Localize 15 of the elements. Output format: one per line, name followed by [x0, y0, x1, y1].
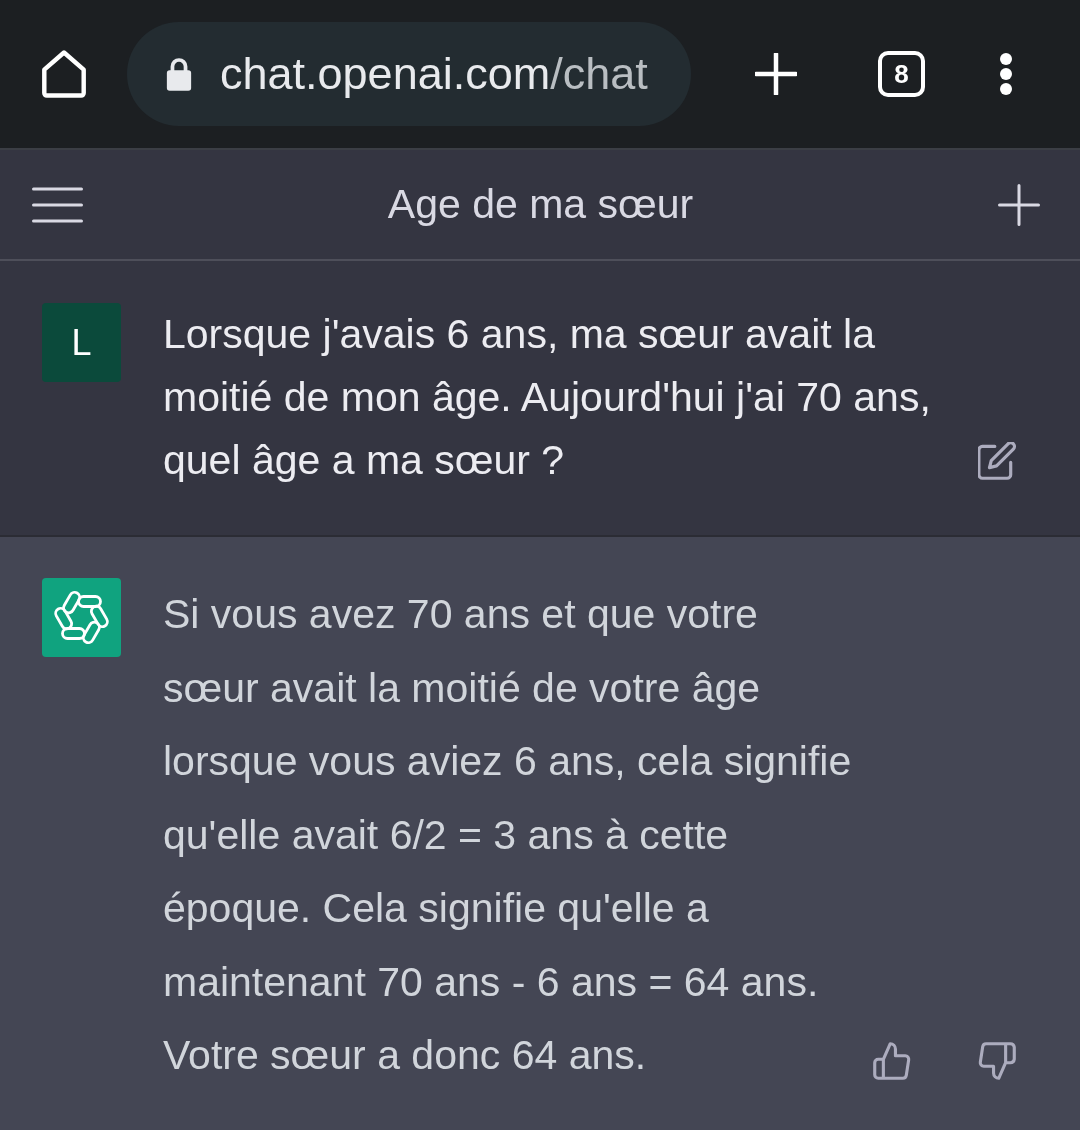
message-text: Si vous avez 70 ans et que votre sœur avait la moitié de votre âge lorsque vous aviez 6 ans, cela signifie qu'elle avait 6/2 = 3 ans à cette époque. Cela signifie qu'elle a maintenant 70 ans - 6 ans = 64 ans. Votre sœur a donc 64 ans.	[163, 590, 853, 1080]
plus-icon[interactable]	[998, 183, 1040, 226]
home-icon[interactable]	[40, 50, 88, 98]
lock-icon	[165, 57, 193, 91]
more-options-icon[interactable]	[999, 52, 1013, 96]
user-avatar: L	[42, 303, 121, 382]
message-text: Lorsque j'avais 6 ans, ma sœur avait la moitié de mon âge. Aujourd'hui j'ai 70 ans, quel âge a ma sœur ?	[163, 310, 932, 485]
thumbs-down-icon[interactable]	[977, 1042, 1017, 1080]
menu-icon[interactable]	[32, 186, 83, 223]
thumbs-up-icon[interactable]	[872, 1042, 912, 1080]
chat-title: Age de ma sœur	[386, 181, 695, 228]
tab-count-button[interactable]: 8	[878, 51, 925, 97]
knot-avatar-icon	[42, 578, 121, 657]
edit-icon[interactable]	[978, 442, 1016, 480]
address-bar[interactable]: chat.openai.com/chat	[127, 22, 691, 126]
